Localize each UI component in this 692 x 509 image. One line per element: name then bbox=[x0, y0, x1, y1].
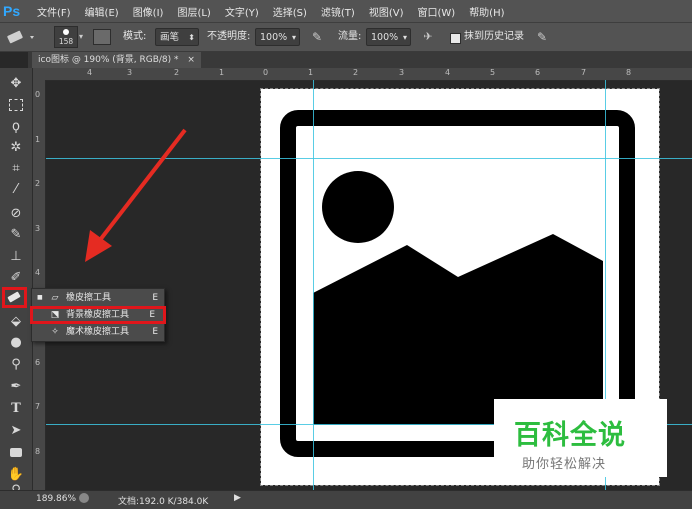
eyedropper-tool-icon[interactable]: ⁄ bbox=[6, 181, 26, 199]
brush-dot-icon bbox=[63, 29, 69, 35]
pressure-opacity-icon[interactable]: ✎ bbox=[308, 28, 326, 46]
ruler-top: 4 3 2 1 0 1 2 3 4 5 6 7 8 bbox=[33, 68, 692, 81]
paint-bucket-tool-icon[interactable]: ⬙ bbox=[6, 313, 26, 331]
path-selection-tool-icon[interactable]: ➤ bbox=[6, 422, 26, 440]
ruler-number: 5 bbox=[490, 68, 496, 77]
airbrush-icon[interactable]: ✈ bbox=[419, 28, 437, 46]
selected-indicator: ■ bbox=[37, 294, 43, 301]
brush-size-picker[interactable]: 158 bbox=[54, 26, 78, 48]
guide-vertical[interactable] bbox=[313, 80, 314, 490]
watermark: 百科全说 助你轻松解决 bbox=[494, 399, 667, 477]
close-icon[interactable]: × bbox=[187, 55, 195, 65]
chevron-down-icon: ▾ bbox=[402, 33, 407, 42]
photoshop-logo: Ps bbox=[3, 3, 21, 19]
ruler-number: 1 bbox=[35, 135, 41, 144]
watermark-subtitle: 助你轻松解决 bbox=[522, 457, 607, 472]
ruler-left: 0 1 2 3 4 5 6 7 8 bbox=[33, 80, 46, 490]
chevron-down-icon: ⬍ bbox=[188, 33, 195, 42]
status-menu-arrow-icon[interactable]: ▶ bbox=[234, 493, 241, 503]
brush-size-value: 158 bbox=[58, 37, 74, 46]
ruler-number: 4 bbox=[445, 68, 451, 77]
ruler-number: 3 bbox=[35, 224, 41, 233]
mode-label: 模式: bbox=[123, 31, 147, 42]
clone-stamp-tool-icon[interactable]: ⊥ bbox=[6, 248, 26, 266]
eraser-tool-flyout: ■ ▱ 橡皮擦工具 E ⬔ 背景橡皮擦工具 E ✧ 魔术橡皮擦工具 E bbox=[30, 288, 166, 342]
type-tool-icon[interactable]: T bbox=[6, 400, 26, 418]
erase-history-label: 抹到历史记录 bbox=[464, 31, 524, 42]
ruler-number: 2 bbox=[353, 68, 359, 77]
menu-file[interactable]: 文件(F) bbox=[37, 4, 71, 19]
menu-image[interactable]: 图像(I) bbox=[133, 4, 164, 19]
document-tab[interactable]: ico图标 @ 190% (背景, RGB/8) * × bbox=[32, 52, 201, 68]
pointer-arrow bbox=[85, 128, 187, 262]
magic-eraser-icon: ✧ bbox=[51, 327, 59, 337]
eraser-tool-highlight[interactable] bbox=[2, 287, 27, 308]
ruler-number: 2 bbox=[174, 68, 180, 77]
rectangle-tool-icon[interactable] bbox=[6, 444, 26, 462]
hand-tool-icon[interactable]: ✋ bbox=[6, 466, 26, 484]
ruler-number: 7 bbox=[35, 402, 41, 411]
crop-tool-icon[interactable]: ⌗ bbox=[6, 160, 26, 178]
flyout-item-background-eraser[interactable]: ⬔ 背景橡皮擦工具 E bbox=[30, 306, 166, 324]
flyout-item-magic-eraser[interactable]: ✧ 魔术橡皮擦工具 E bbox=[32, 324, 164, 340]
status-info-icon[interactable] bbox=[79, 493, 89, 503]
menu-type[interactable]: 文字(Y) bbox=[225, 4, 259, 19]
menu-select[interactable]: 选择(S) bbox=[273, 4, 307, 19]
chevron-down-icon: ▾ bbox=[291, 33, 296, 42]
opacity-label: 不透明度: bbox=[207, 31, 251, 42]
background-eraser-icon: ⬔ bbox=[50, 310, 60, 320]
pressure-size-icon[interactable]: ✎ bbox=[533, 28, 551, 46]
marquee-tool-icon[interactable] bbox=[6, 96, 26, 114]
ruler-number: 8 bbox=[35, 447, 41, 456]
ruler-number: 0 bbox=[263, 68, 269, 77]
pen-tool-icon[interactable]: ✒ bbox=[6, 378, 26, 396]
ruler-number: 7 bbox=[581, 68, 587, 77]
ruler-number: 1 bbox=[308, 68, 314, 77]
ruler-number: 0 bbox=[35, 90, 41, 99]
move-tool-icon[interactable]: ✥ bbox=[6, 75, 26, 93]
menu-help[interactable]: 帮助(H) bbox=[469, 4, 504, 19]
ruler-number: 4 bbox=[87, 68, 93, 77]
ruler-number: 8 bbox=[626, 68, 632, 77]
ruler-number: 2 bbox=[35, 179, 41, 188]
options-bar: 158 ▾ 模式: 画笔 ⬍ 不透明度: 100% ▾ ✎ 流量: 100% ▾ ✈ … bbox=[0, 23, 692, 52]
menu-window[interactable]: 窗口(W) bbox=[417, 4, 455, 19]
ruler-number: 6 bbox=[535, 68, 541, 77]
ruler-number: 3 bbox=[127, 68, 133, 77]
menu-edit[interactable]: 编辑(E) bbox=[85, 4, 119, 19]
eraser-icon: ▱ bbox=[51, 293, 59, 303]
flyout-item-eraser[interactable]: ■ ▱ 橡皮擦工具 E bbox=[32, 290, 164, 306]
eraser-preset-icon[interactable] bbox=[4, 28, 38, 46]
toolbox: ✥ ϙ ✲ ⌗ ⁄ ⊘ ✎ ⊥ ✐ ⬙ ● ⚲ ✒ T ➤ ✋ ⚲ bbox=[0, 68, 33, 497]
brush-tool-icon[interactable]: ✎ bbox=[6, 226, 26, 244]
menu-view[interactable]: 视图(V) bbox=[369, 4, 404, 19]
chevron-down-icon[interactable]: ▾ bbox=[79, 32, 83, 41]
ruler-number: 6 bbox=[35, 358, 41, 367]
eraser-tool-icon bbox=[7, 291, 21, 303]
erase-history-checkbox[interactable] bbox=[450, 33, 461, 44]
menu-bar: Ps 文件(F) 编辑(E) 图像(I) 图层(L) 文字(Y) 选择(S) 滤… bbox=[0, 0, 692, 23]
history-brush-tool-icon[interactable]: ✐ bbox=[6, 269, 26, 287]
healing-brush-tool-icon[interactable]: ⊘ bbox=[6, 205, 26, 223]
menu-layer[interactable]: 图层(L) bbox=[177, 4, 210, 19]
ruler-number: 4 bbox=[35, 268, 41, 277]
magic-wand-tool-icon[interactable]: ✲ bbox=[6, 139, 26, 157]
ruler-number: 3 bbox=[399, 68, 405, 77]
blur-tool-icon[interactable]: ● bbox=[6, 334, 26, 352]
zoom-level[interactable]: 189.86% bbox=[36, 494, 76, 504]
watermark-title: 百科全说 bbox=[514, 420, 626, 451]
ruler-number: 1 bbox=[219, 68, 225, 77]
mode-select[interactable]: 画笔 ⬍ bbox=[155, 28, 199, 46]
doc-info: 文档:192.0 K/384.0K bbox=[118, 497, 209, 507]
status-bar: 189.86% 文档:192.0 K/384.0K ▶ bbox=[0, 490, 692, 509]
flow-label: 流量: bbox=[338, 31, 362, 42]
dodge-tool-icon[interactable]: ⚲ bbox=[6, 356, 26, 374]
lasso-tool-icon[interactable]: ϙ bbox=[6, 118, 26, 136]
opacity-field[interactable]: 100% ▾ bbox=[255, 28, 300, 46]
document-tab-title: ico图标 @ 190% (背景, RGB/8) * bbox=[38, 55, 179, 65]
menu-filter[interactable]: 滤镜(T) bbox=[321, 4, 355, 19]
flow-field[interactable]: 100% ▾ bbox=[366, 28, 411, 46]
brush-panel-icon[interactable] bbox=[93, 29, 111, 45]
